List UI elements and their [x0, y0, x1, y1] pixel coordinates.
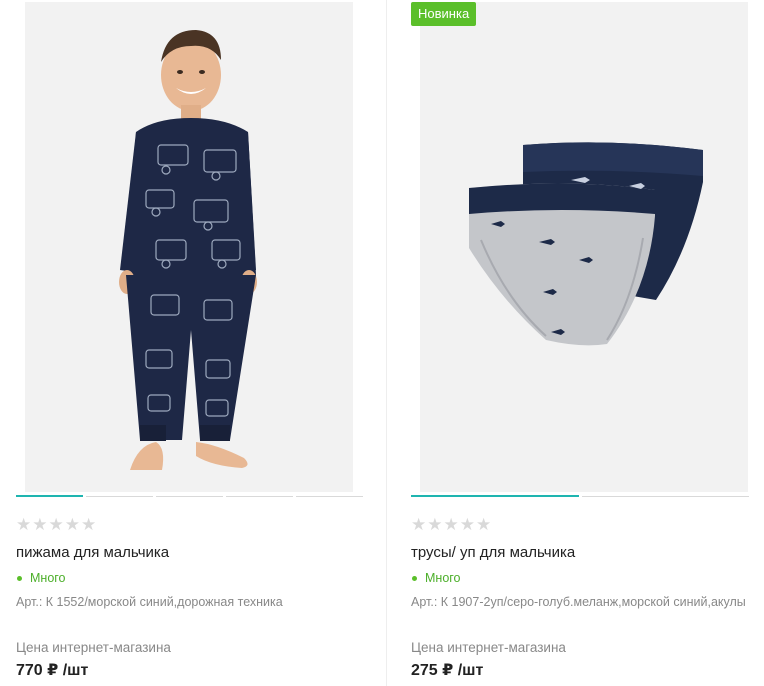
stock-label: Много [425, 571, 461, 585]
new-badge: Новинка [411, 2, 477, 26]
image-slider-indicator[interactable] [411, 495, 749, 497]
rating-stars: ★ ★ ★ ★ ★ [16, 515, 363, 535]
star-icon: ★ [48, 515, 64, 535]
star-icon: ★ [81, 515, 97, 535]
product-title[interactable]: трусы/ уп для мальчика [411, 543, 749, 563]
slider-segment[interactable] [156, 496, 223, 497]
star-icon: ★ [411, 515, 427, 535]
slider-segment[interactable] [16, 495, 83, 497]
briefs-photo [469, 142, 703, 346]
product-sku: Арт.: К 1552/морской синий,дорожная техн… [16, 595, 283, 609]
image-slider-indicator[interactable] [16, 495, 363, 497]
star-icon: ★ [443, 515, 459, 535]
boy-pajama-photo [119, 30, 257, 470]
slider-segment[interactable] [411, 495, 579, 497]
star-icon: ★ [32, 515, 48, 535]
star-icon: ★ [427, 515, 443, 535]
card-divider [386, 0, 387, 686]
star-icon: ★ [476, 515, 492, 535]
rating-stars: ★ ★ ★ ★ ★ [411, 515, 749, 535]
product-card[interactable]: Новинка ★ ★ ★ ★ ★ трусы/ уп для мальчика… [411, 0, 749, 679]
stock-status: Много [411, 570, 749, 586]
product-card[interactable]: ★ ★ ★ ★ ★ пижама для мальчика Много Арт.… [16, 0, 363, 679]
slider-segment[interactable] [226, 496, 293, 497]
product-price: 275 ₽ /шт [411, 662, 484, 679]
product-image[interactable] [16, 0, 363, 492]
product-price: 770 ₽ /шт [16, 662, 89, 679]
star-icon: ★ [459, 515, 475, 535]
stock-dot-icon [412, 575, 417, 581]
price-label: Цена интернет-магазина [411, 640, 566, 655]
star-icon: ★ [64, 515, 80, 535]
slider-segment[interactable] [296, 496, 363, 497]
stock-dot-icon [17, 575, 22, 581]
slider-segment[interactable] [86, 496, 153, 497]
star-icon: ★ [16, 515, 32, 535]
product-sku: Арт.: К 1907-2уп/серо-голуб.меланж,морск… [411, 595, 746, 609]
stock-status: Много [16, 570, 363, 586]
slider-segment[interactable] [581, 496, 749, 497]
price-label: Цена интернет-магазина [16, 640, 171, 655]
product-image[interactable]: Новинка [411, 0, 749, 492]
product-title[interactable]: пижама для мальчика [16, 543, 363, 563]
stock-label: Много [30, 571, 66, 585]
